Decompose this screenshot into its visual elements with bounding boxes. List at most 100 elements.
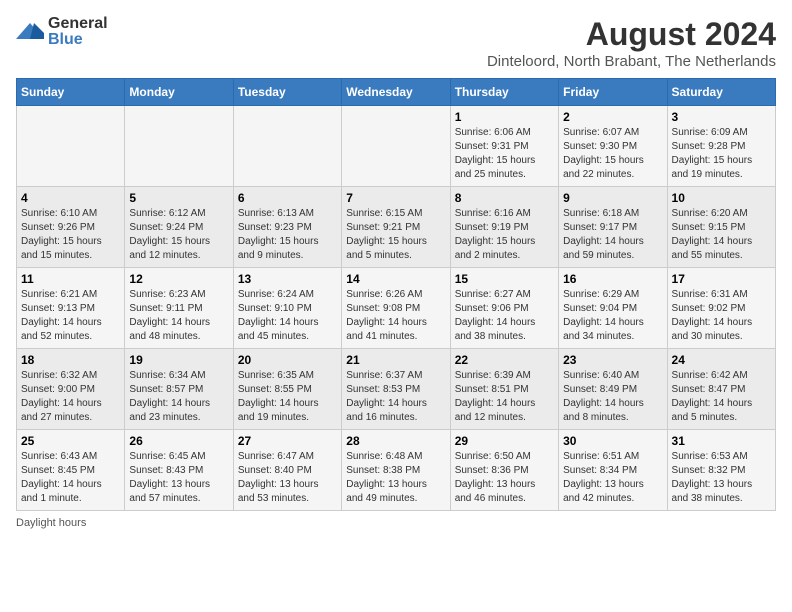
day-number: 10	[672, 191, 771, 205]
day-info: Sunrise: 6:13 AM Sunset: 9:23 PM Dayligh…	[238, 207, 337, 263]
calendar-cell: 20Sunrise: 6:35 AM Sunset: 8:55 PM Dayli…	[233, 349, 341, 430]
calendar-cell: 14Sunrise: 6:26 AM Sunset: 9:08 PM Dayli…	[342, 268, 450, 349]
day-info: Sunrise: 6:23 AM Sunset: 9:11 PM Dayligh…	[129, 288, 228, 344]
calendar-cell: 27 Sunrise: 6:47 AM Sunset: 8:40 PM Dayli…	[233, 430, 341, 511]
day-info: Sunrise: 6:06 AM Sunset: 9:31 PM Dayligh…	[455, 126, 554, 182]
calendar-cell: 6Sunrise: 6:13 AM Sunset: 9:23 PM Daylig…	[233, 187, 341, 268]
calendar-cell: 25Sunrise: 6:43 AM Sunset: 8:45 PM Dayli…	[17, 430, 125, 511]
day-info: Sunrise: 6:40 AM Sunset: 8:49 PM Dayligh…	[563, 369, 662, 425]
calendar-cell: 21 Sunrise: 6:37 AM Sunset: 8:53 PM Dayli…	[342, 349, 450, 430]
day-number: 19	[129, 353, 228, 367]
day-info: Sunrise: 6:51 AM Sunset: 8:34 PM Dayligh…	[563, 450, 662, 506]
calendar-cell: 7Sunrise: 6:15 AM Sunset: 9:21 PM Daylig…	[342, 187, 450, 268]
day-info: Sunrise: 6:39 AM Sunset: 8:51 PM Dayligh…	[455, 369, 554, 425]
calendar-cell: 4 Sunrise: 6:10 AM Sunset: 9:26 PM Daylig…	[17, 187, 125, 268]
day-number: 8	[455, 191, 554, 205]
day-number: 28	[346, 434, 445, 448]
day-info: Sunrise: 6:48 AM Sunset: 8:38 PM Dayligh…	[346, 450, 445, 506]
calendar-cell: 16Sunrise: 6:29 AM Sunset: 9:04 PM Dayli…	[559, 268, 667, 349]
footer: Daylight hours	[16, 517, 776, 529]
calendar-cell: 15 Sunrise: 6:27 AM Sunset: 9:06 PM Dayli…	[450, 268, 558, 349]
day-number: 9	[563, 191, 662, 205]
calendar-cell: 11 Sunrise: 6:21 AM Sunset: 9:13 PM Dayli…	[17, 268, 125, 349]
day-info: Sunrise: 6:47 AM Sunset: 8:40 PM Dayligh…	[238, 450, 337, 506]
day-info: Sunrise: 6:16 AM Sunset: 9:19 PM Dayligh…	[455, 207, 554, 263]
day-number: 15	[455, 272, 554, 286]
day-number: 3	[672, 110, 771, 124]
calendar-cell: 23Sunrise: 6:40 AM Sunset: 8:49 PM Dayli…	[559, 349, 667, 430]
day-info: Sunrise: 6:10 AM Sunset: 9:26 PM Dayligh…	[21, 207, 120, 263]
calendar-cell: 9 Sunrise: 6:18 AM Sunset: 9:17 PM Daylig…	[559, 187, 667, 268]
day-number: 21	[346, 353, 445, 367]
day-info: Sunrise: 6:09 AM Sunset: 9:28 PM Dayligh…	[672, 126, 771, 182]
calendar-cell: 19 Sunrise: 6:34 AM Sunset: 8:57 PM Dayli…	[125, 349, 233, 430]
day-info: Sunrise: 6:37 AM Sunset: 8:53 PM Dayligh…	[346, 369, 445, 425]
logo-blue: Blue	[48, 31, 83, 48]
weekday-header-wednesday: Wednesday	[342, 79, 450, 106]
calendar-cell: 1 Sunrise: 6:06 AM Sunset: 9:31 PM Daylig…	[450, 106, 558, 187]
day-info: Sunrise: 6:45 AM Sunset: 8:43 PM Dayligh…	[129, 450, 228, 506]
calendar-cell: 5 Sunrise: 6:12 AM Sunset: 9:24 PM Daylig…	[125, 187, 233, 268]
calendar-cell: 28 Sunrise: 6:48 AM Sunset: 8:38 PM Dayli…	[342, 430, 450, 511]
calendar-cell	[342, 106, 450, 187]
day-number: 11	[21, 272, 120, 286]
logo-icon	[16, 21, 44, 43]
day-info: Sunrise: 6:21 AM Sunset: 9:13 PM Dayligh…	[21, 288, 120, 344]
day-info: Sunrise: 6:15 AM Sunset: 9:21 PM Dayligh…	[346, 207, 445, 263]
calendar-cell: 2 Sunrise: 6:07 AM Sunset: 9:30 PM Daylig…	[559, 106, 667, 187]
day-info: Sunrise: 6:07 AM Sunset: 9:30 PM Dayligh…	[563, 126, 662, 182]
day-number: 26	[129, 434, 228, 448]
week-row-5: 25Sunrise: 6:43 AM Sunset: 8:45 PM Dayli…	[17, 430, 776, 511]
day-info: Sunrise: 6:27 AM Sunset: 9:06 PM Dayligh…	[455, 288, 554, 344]
day-info: Sunrise: 6:32 AM Sunset: 9:00 PM Dayligh…	[21, 369, 120, 425]
day-number: 24	[672, 353, 771, 367]
weekday-header-friday: Friday	[559, 79, 667, 106]
week-row-1: 1 Sunrise: 6:06 AM Sunset: 9:31 PM Daylig…	[17, 106, 776, 187]
calendar-cell: 30 Sunrise: 6:51 AM Sunset: 8:34 PM Dayli…	[559, 430, 667, 511]
calendar-cell: 24 Sunrise: 6:42 AM Sunset: 8:47 PM Dayli…	[667, 349, 775, 430]
calendar-cell: 26 Sunrise: 6:45 AM Sunset: 8:43 PM Dayli…	[125, 430, 233, 511]
calendar-cell: 22 Sunrise: 6:39 AM Sunset: 8:51 PM Dayli…	[450, 349, 558, 430]
week-row-4: 18Sunrise: 6:32 AM Sunset: 9:00 PM Dayli…	[17, 349, 776, 430]
calendar-cell: 10Sunrise: 6:20 AM Sunset: 9:15 PM Dayli…	[667, 187, 775, 268]
day-number: 20	[238, 353, 337, 367]
day-number: 22	[455, 353, 554, 367]
weekday-header-sunday: Sunday	[17, 79, 125, 106]
subtitle: Dinteloord, North Brabant, The Netherlan…	[487, 53, 776, 70]
day-number: 31	[672, 434, 771, 448]
day-number: 25	[21, 434, 120, 448]
calendar-cell	[125, 106, 233, 187]
day-number: 14	[346, 272, 445, 286]
day-number: 17	[672, 272, 771, 286]
day-number: 1	[455, 110, 554, 124]
day-info: Sunrise: 6:34 AM Sunset: 8:57 PM Dayligh…	[129, 369, 228, 425]
day-number: 30	[563, 434, 662, 448]
day-info: Sunrise: 6:42 AM Sunset: 8:47 PM Dayligh…	[672, 369, 771, 425]
calendar-cell: 13Sunrise: 6:24 AM Sunset: 9:10 PM Dayli…	[233, 268, 341, 349]
logo-general: General	[48, 15, 108, 32]
day-number: 12	[129, 272, 228, 286]
day-info: Sunrise: 6:12 AM Sunset: 9:24 PM Dayligh…	[129, 207, 228, 263]
day-info: Sunrise: 6:18 AM Sunset: 9:17 PM Dayligh…	[563, 207, 662, 263]
calendar-cell: 31 Sunrise: 6:53 AM Sunset: 8:32 PM Dayli…	[667, 430, 775, 511]
week-row-2: 4 Sunrise: 6:10 AM Sunset: 9:26 PM Daylig…	[17, 187, 776, 268]
calendar-cell: 17 Sunrise: 6:31 AM Sunset: 9:02 PM Dayli…	[667, 268, 775, 349]
day-info: Sunrise: 6:24 AM Sunset: 9:10 PM Dayligh…	[238, 288, 337, 344]
day-number: 16	[563, 272, 662, 286]
week-row-3: 11 Sunrise: 6:21 AM Sunset: 9:13 PM Dayli…	[17, 268, 776, 349]
day-number: 4	[21, 191, 120, 205]
weekday-header-thursday: Thursday	[450, 79, 558, 106]
day-number: 5	[129, 191, 228, 205]
calendar-cell: 12 Sunrise: 6:23 AM Sunset: 9:11 PM Dayli…	[125, 268, 233, 349]
title-block: August 2024 Dinteloord, North Brabant, T…	[487, 16, 776, 70]
day-info: Sunrise: 6:53 AM Sunset: 8:32 PM Dayligh…	[672, 450, 771, 506]
day-number: 27	[238, 434, 337, 448]
calendar-cell: 18Sunrise: 6:32 AM Sunset: 9:00 PM Dayli…	[17, 349, 125, 430]
day-number: 2	[563, 110, 662, 124]
day-info: Sunrise: 6:50 AM Sunset: 8:36 PM Dayligh…	[455, 450, 554, 506]
day-info: Sunrise: 6:31 AM Sunset: 9:02 PM Dayligh…	[672, 288, 771, 344]
calendar-cell	[17, 106, 125, 187]
logo: General Blue	[16, 16, 108, 48]
calendar-cell: 8 Sunrise: 6:16 AM Sunset: 9:19 PM Daylig…	[450, 187, 558, 268]
page-header: General Blue August 2024 Dinteloord, Nor…	[16, 16, 776, 70]
